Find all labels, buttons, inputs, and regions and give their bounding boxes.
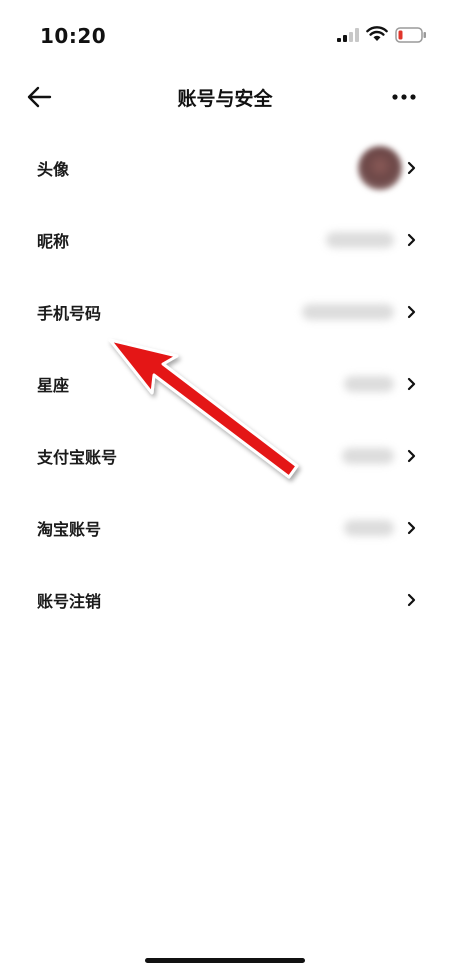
- chevron-right-icon: [407, 161, 416, 175]
- chevron-right-icon: [407, 593, 416, 607]
- chevron-right-icon: [407, 305, 416, 319]
- more-horizontal-icon: [392, 94, 416, 100]
- settings-item-label: 星座: [37, 376, 70, 395]
- blurred-value: [302, 304, 394, 320]
- blurred-value: [342, 448, 394, 464]
- home-indicator[interactable]: [145, 958, 305, 963]
- settings-item-label: 支付宝账号: [37, 448, 118, 467]
- settings-list: 头像 昵称 手机号码 星座 支付宝账号 淘宝账号 账号注销: [0, 132, 450, 636]
- settings-item-label: 头像: [37, 160, 70, 179]
- chevron-right-icon: [407, 449, 416, 463]
- battery-low-icon: [395, 27, 426, 43]
- page-title: 账号与安全: [177, 88, 273, 110]
- settings-item-avatar[interactable]: 头像: [0, 132, 450, 204]
- status-time: 10:20: [40, 24, 107, 48]
- avatar: [358, 146, 402, 190]
- more-button[interactable]: [386, 82, 422, 112]
- chevron-right-icon: [407, 377, 416, 391]
- settings-item-label: 淘宝账号: [37, 520, 102, 539]
- settings-item-nickname[interactable]: 昵称: [0, 204, 450, 276]
- blurred-value: [344, 376, 394, 392]
- chevron-right-icon: [407, 521, 416, 535]
- settings-item-label: 昵称: [37, 232, 70, 251]
- status-bar: 10:20: [0, 0, 450, 70]
- settings-item-label: 手机号码: [37, 304, 102, 323]
- settings-item-phone[interactable]: 手机号码: [0, 276, 450, 348]
- wifi-icon: [366, 26, 388, 41]
- settings-item-delete-account[interactable]: 账号注销: [0, 564, 450, 636]
- settings-item-label: 账号注销: [37, 592, 102, 611]
- settings-item-zodiac[interactable]: 星座: [0, 348, 450, 420]
- settings-item-alipay[interactable]: 支付宝账号: [0, 420, 450, 492]
- blurred-value: [326, 232, 394, 248]
- navigation-header: 账号与安全: [0, 70, 450, 124]
- blurred-value: [344, 520, 394, 536]
- signal-icon: [337, 28, 359, 42]
- chevron-right-icon: [407, 233, 416, 247]
- settings-item-taobao[interactable]: 淘宝账号: [0, 492, 450, 564]
